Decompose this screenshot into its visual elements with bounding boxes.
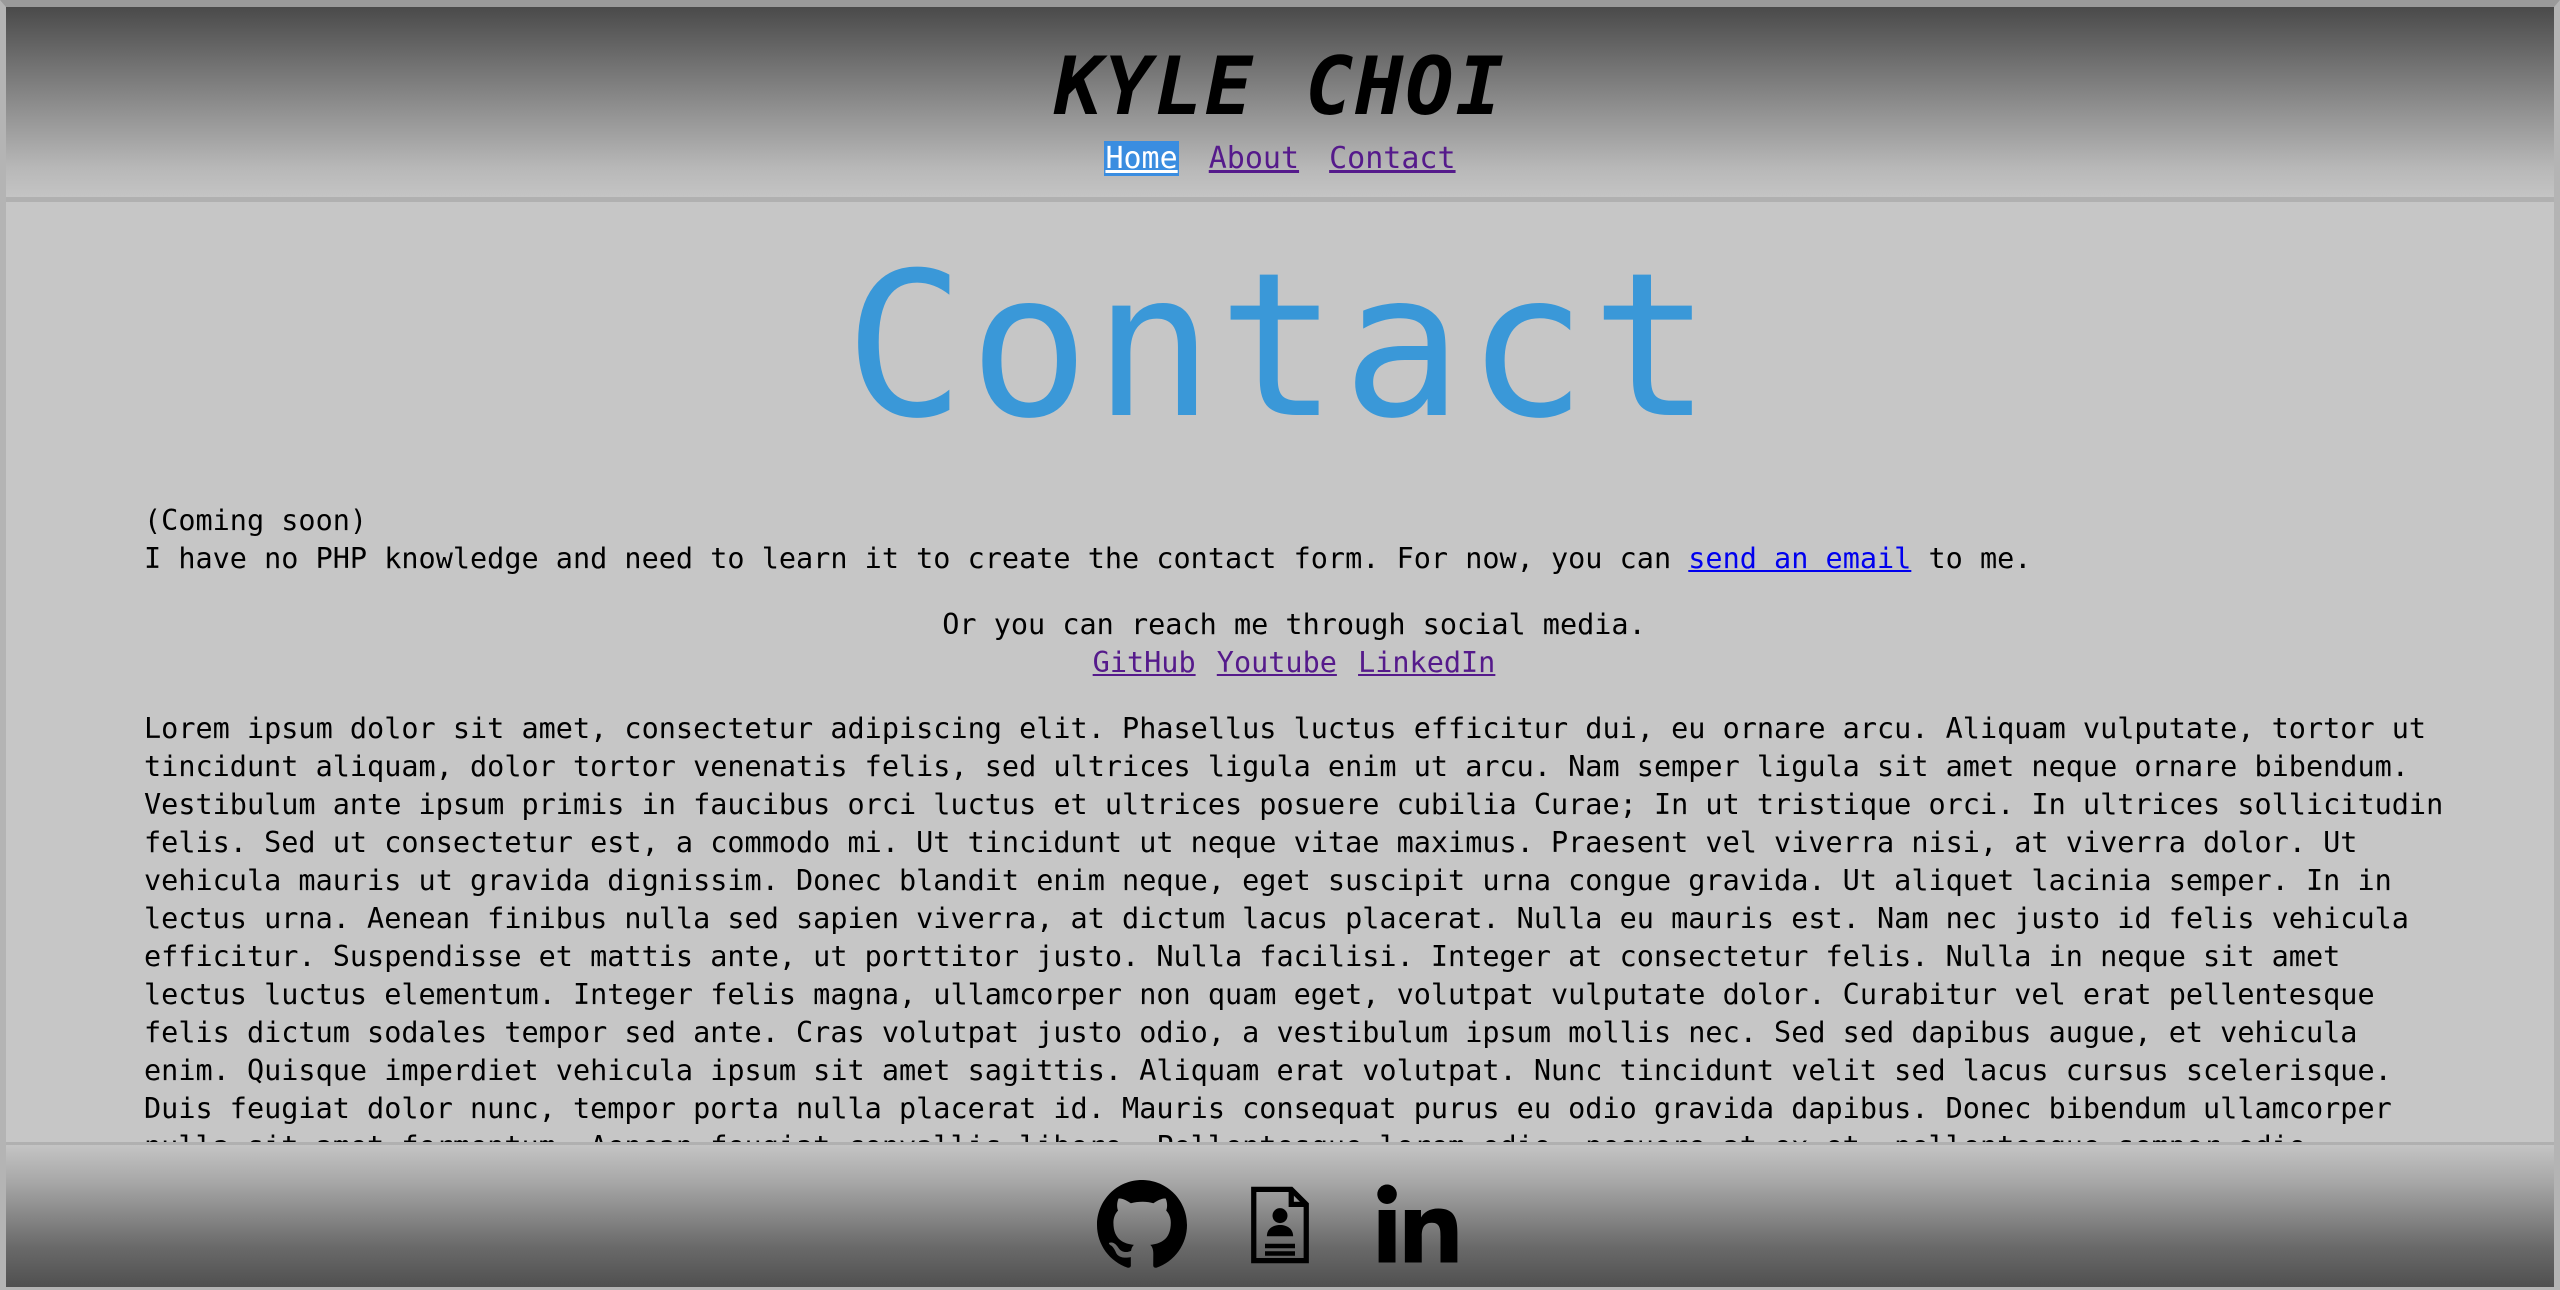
site-title: KYLE CHOI — [1054, 40, 1506, 133]
github-link[interactable]: GitHub — [1093, 646, 1196, 679]
lorem-paragraph: Lorem ipsum dolor sit amet, consectetur … — [144, 712, 2444, 1142]
linkedin-link[interactable]: LinkedIn — [1358, 646, 1495, 679]
linkedin-icon[interactable] — [1373, 1180, 1463, 1270]
site-header: KYLE CHOI Home About Contact — [6, 7, 2554, 202]
resume-icon-svg — [1251, 1186, 1309, 1264]
intro-text-before: I have no PHP knowledge and need to lear… — [144, 542, 1689, 575]
page-frame: KYLE CHOI Home About Contact Contact (Co… — [0, 0, 2560, 1290]
page-heading: Contact — [844, 230, 1716, 463]
coming-soon-text: (Coming soon) — [144, 504, 368, 537]
intro-paragraph: I have no PHP knowledge and need to lear… — [144, 540, 2444, 578]
main-nav: Home About Contact — [6, 139, 2554, 179]
main-content: Contact (Coming soon) I have no PHP know… — [6, 202, 2554, 1143]
resume-icon[interactable] — [1235, 1180, 1325, 1270]
site-footer — [6, 1142, 2554, 1287]
nav-link-about[interactable]: About — [1209, 141, 1299, 176]
social-text: Or you can reach me through social media… — [942, 608, 1646, 641]
intro-text-after: to me. — [1911, 542, 2032, 575]
github-icon[interactable] — [1097, 1180, 1187, 1270]
send-email-link[interactable]: send an email — [1688, 542, 1911, 575]
linkedin-icon-svg — [1377, 1184, 1458, 1263]
nav-link-contact[interactable]: Contact — [1329, 141, 1455, 176]
youtube-link[interactable]: Youtube — [1217, 646, 1337, 679]
footer-icon-row — [6, 1175, 2554, 1275]
social-block: Or you can reach me through social media… — [144, 606, 2444, 682]
nav-link-home[interactable]: Home — [1104, 141, 1179, 176]
social-links: GitHub Youtube LinkedIn — [144, 644, 2444, 682]
content-body: (Coming soon) I have no PHP knowledge an… — [144, 502, 2444, 1142]
github-icon-svg — [1097, 1180, 1187, 1268]
